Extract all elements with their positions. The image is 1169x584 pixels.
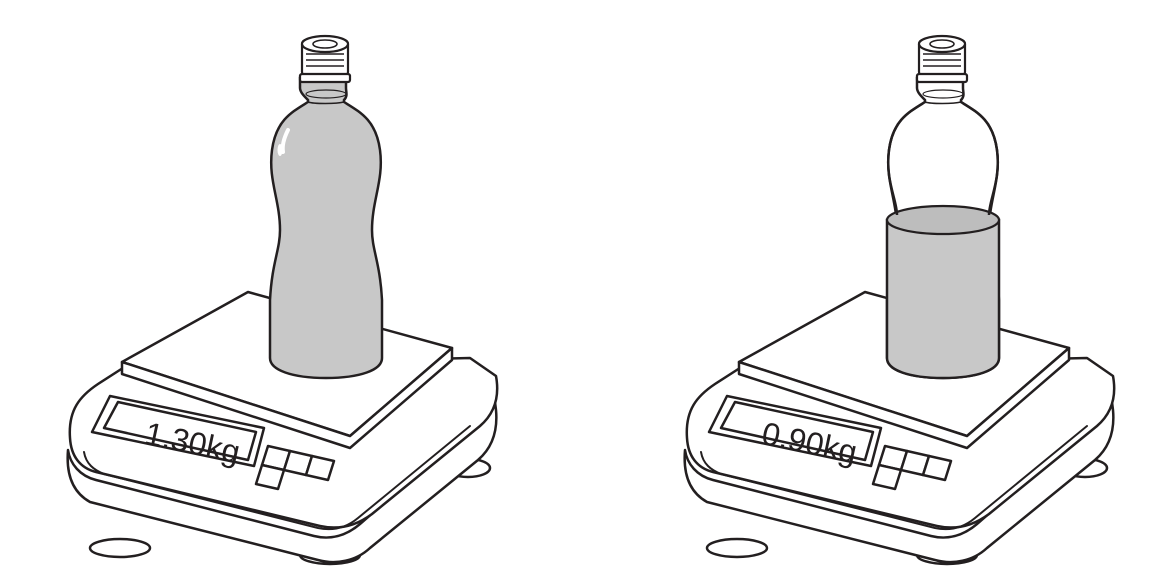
figure: 1.30kg 0.90kg bbox=[66, 34, 1116, 566]
bottle-right bbox=[885, 34, 1001, 380]
bottle-liquid-left bbox=[268, 76, 384, 380]
bottle-cap-right bbox=[915, 34, 969, 84]
liquid-surface-right bbox=[885, 204, 1001, 236]
bottle-cap-left bbox=[298, 34, 352, 84]
bottle-left bbox=[268, 34, 384, 380]
bottle-liquid-right bbox=[885, 218, 1001, 380]
